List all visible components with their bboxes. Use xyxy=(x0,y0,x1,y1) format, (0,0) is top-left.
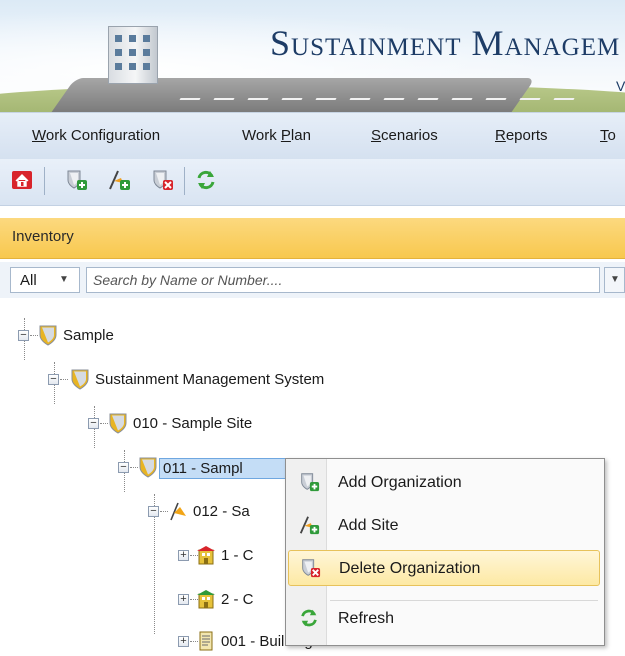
context-refresh[interactable]: Refresh xyxy=(288,601,600,637)
menu-work-plan[interactable]: Work Plan xyxy=(242,127,311,144)
shield-icon xyxy=(39,325,57,346)
add-site-icon xyxy=(299,516,320,535)
context-add-site[interactable]: Add Site xyxy=(288,508,600,544)
inventory-title: Inventory xyxy=(12,228,74,245)
refresh-icon[interactable] xyxy=(194,168,218,192)
document-icon xyxy=(199,631,213,651)
search-input[interactable] xyxy=(86,267,600,293)
context-item-label: Delete Organization xyxy=(339,560,481,577)
add-site-icon[interactable] xyxy=(107,168,131,192)
context-menu: Add Organization Add Site Delete Organiz… xyxy=(285,458,605,646)
collapse-toggle[interactable]: − xyxy=(88,417,99,429)
menu-reports[interactable]: Reports xyxy=(495,127,548,144)
filter-dropdown[interactable]: All ▼ xyxy=(10,267,80,293)
tree-node-label[interactable]: 012 - Sa xyxy=(190,502,253,521)
site-flag-icon xyxy=(170,502,186,521)
expand-toggle[interactable]: + xyxy=(178,549,189,561)
app-subtitle-fragment: V xyxy=(616,78,625,94)
app-header-banner: Sustainment Managem V xyxy=(0,0,625,112)
inventory-panel-header: Inventory xyxy=(0,218,625,259)
chevron-down-icon: ▼ xyxy=(610,274,620,285)
add-organization-icon xyxy=(301,473,320,492)
context-delete-organization[interactable]: Delete Organization xyxy=(288,550,600,586)
app-title: Sustainment Managem xyxy=(270,23,621,63)
context-item-label: Add Organization xyxy=(338,474,462,491)
collapse-toggle[interactable]: − xyxy=(18,329,29,341)
filter-value: All xyxy=(20,272,37,289)
shield-icon xyxy=(139,457,157,478)
banner-building-logo xyxy=(108,26,158,84)
banner-road-markings xyxy=(179,98,581,100)
menu-tools[interactable]: To xyxy=(600,127,616,144)
tree-node-label[interactable]: Sustainment Management System xyxy=(92,370,327,389)
expand-toggle[interactable]: + xyxy=(178,593,189,605)
menu-scenarios[interactable]: Scenarios xyxy=(371,127,438,144)
tree-node-label[interactable]: 010 - Sample Site xyxy=(130,414,255,433)
tree-node-label[interactable]: Sample xyxy=(60,326,117,345)
home-icon[interactable] xyxy=(10,168,34,192)
collapse-toggle[interactable]: − xyxy=(48,373,59,385)
collapse-toggle[interactable]: − xyxy=(118,461,129,473)
building-icon xyxy=(197,590,215,609)
menu-bar: Work Configuration Work Plan Scenarios R… xyxy=(0,112,625,160)
context-add-organization[interactable]: Add Organization xyxy=(288,465,600,501)
tree-node-label[interactable]: 2 - C xyxy=(218,590,257,609)
search-bar: All ▼ ▼ xyxy=(0,262,625,298)
search-dropdown-button[interactable]: ▼ xyxy=(604,267,625,293)
toolbar xyxy=(0,159,625,206)
expand-toggle[interactable]: + xyxy=(178,635,189,647)
context-item-label: Refresh xyxy=(338,610,395,627)
collapse-toggle[interactable]: − xyxy=(148,505,159,517)
refresh-icon xyxy=(301,609,317,627)
tree-node-label[interactable]: 1 - C xyxy=(218,546,257,565)
delete-organization-icon xyxy=(302,559,321,578)
delete-organization-icon[interactable] xyxy=(150,168,174,192)
shield-icon xyxy=(109,413,127,434)
add-organization-icon[interactable] xyxy=(64,168,88,192)
building-icon xyxy=(197,546,215,565)
chevron-down-icon: ▼ xyxy=(59,274,69,285)
context-item-label: Add Site xyxy=(338,517,399,534)
shield-icon xyxy=(71,369,89,390)
menu-work-configuration[interactable]: Work Configuration xyxy=(32,127,160,144)
